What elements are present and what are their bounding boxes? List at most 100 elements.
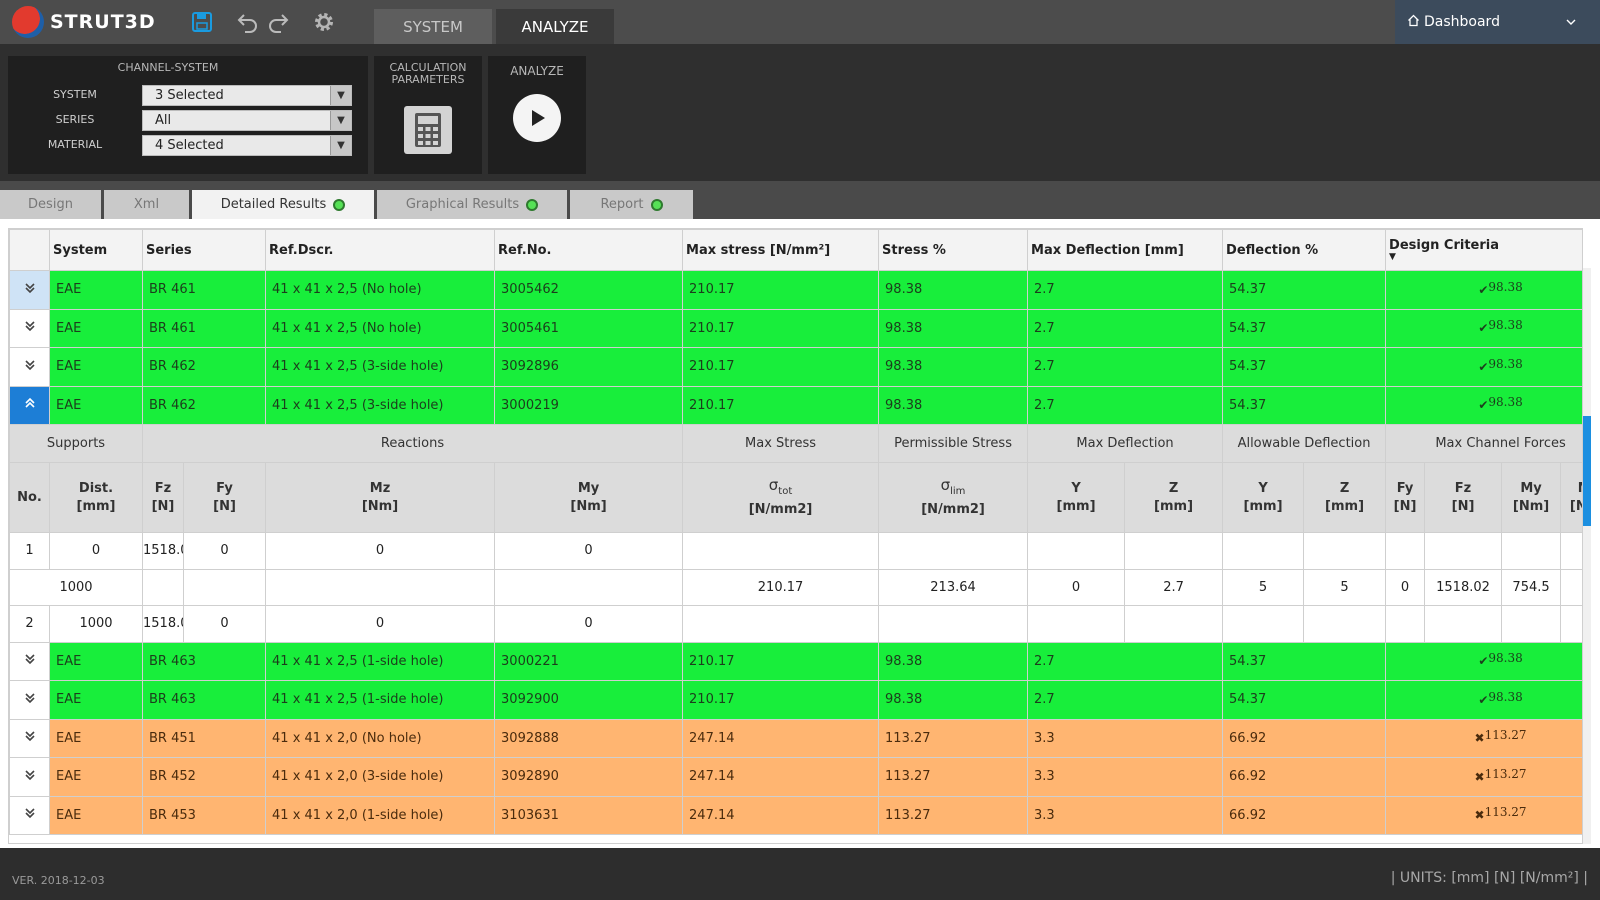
cell-series: BR 463 [141, 680, 267, 720]
table-row[interactable]: EAE BR 461 41 x 41 x 2,5 (No hole) 3005461 2… [9, 308, 1582, 348]
analyze-title: ANALYZE [510, 64, 564, 78]
expand-icon[interactable] [9, 347, 50, 387]
design-criteria-value: 98.38 [1488, 356, 1523, 371]
detail-column-header-row: No. Dist. [mm] Fz [N] Fy [N] Mz [Nm] My [Nm] σtot [N… [9, 462, 1582, 533]
collapse-icon[interactable] [9, 385, 50, 425]
cell-design-criteria: ✔98.38 [1385, 641, 1582, 681]
table-scrollbar[interactable] [1583, 268, 1591, 844]
tab-system[interactable]: SYSTEM [374, 9, 492, 44]
detail-cell-empty [1124, 532, 1224, 570]
detail-cell-dist: 0 [49, 532, 143, 570]
expand-icon[interactable] [9, 680, 50, 720]
tab-report[interactable]: Report [570, 190, 693, 219]
column-header-series[interactable]: Series [141, 229, 267, 271]
table-row[interactable]: EAE BR 462 41 x 41 x 2,5 (3-side hole) 3092… [9, 347, 1582, 387]
detail-cell-ch-my: 754.5 [1501, 568, 1562, 606]
detail-row: 210001518.02000 [9, 605, 1582, 643]
cell-defl-pct: 54.37 [1222, 641, 1387, 681]
table-header-row: System Series Ref.Dscr. Ref.No. Max stress [… [9, 229, 1582, 271]
cell-defl-pct: 54.37 [1222, 270, 1387, 310]
sort-desc-icon[interactable]: ▼ [1389, 253, 1582, 262]
expand-icon[interactable] [9, 641, 50, 681]
table-row[interactable]: EAE BR 463 41 x 41 x 2,5 (1-side hole) 3000… [9, 641, 1582, 681]
save-icon[interactable] [188, 8, 216, 36]
design-criteria-value: 113.27 [1484, 805, 1527, 820]
expand-icon[interactable] [9, 270, 50, 310]
table-row[interactable]: EAE BR 463 41 x 41 x 2,5 (1-side hole) 3092… [9, 680, 1582, 720]
cell-design-criteria: ✖113.27 [1385, 757, 1582, 797]
tab-design[interactable]: Design [0, 190, 101, 219]
results-table: System Series Ref.Dscr. Ref.No. Max stress [… [9, 229, 1582, 835]
dropdown-arrow-icon[interactable]: ▼ [330, 136, 351, 155]
cell-ref-no: 3005462 [494, 270, 684, 310]
expand-icon[interactable] [9, 718, 50, 758]
analyze-button[interactable] [513, 94, 561, 142]
column-header-ref-dscr[interactable]: Ref.Dscr. [265, 229, 496, 271]
dropdown-arrow-icon[interactable]: ▼ [330, 86, 351, 105]
expand-icon[interactable] [9, 795, 50, 835]
series-select-value: All [155, 113, 172, 128]
cell-max-defl: 2.7 [1027, 385, 1224, 425]
column-header-max-deflection[interactable]: Max Deflection [mm] [1027, 229, 1224, 271]
column-header-stress-pct[interactable]: Stress % [878, 229, 1029, 271]
expand-icon[interactable] [9, 308, 50, 348]
dashboard-dropdown[interactable]: Dashboard [1395, 0, 1600, 44]
detail-cell-mz: 0 [265, 532, 496, 570]
tab-xml[interactable]: Xml [104, 190, 189, 219]
table-row[interactable]: EAE BR 461 41 x 41 x 2,5 (No hole) 3005462 2… [9, 270, 1582, 310]
cell-ref-no: 3092888 [494, 718, 684, 758]
analyze-panel: ANALYZE [488, 56, 586, 174]
strut3d-logo-icon [12, 6, 44, 38]
cell-max-stress: 210.17 [682, 641, 880, 681]
cell-series: BR 451 [141, 718, 267, 758]
table-row[interactable]: EAE BR 453 41 x 41 x 2,0 (1-side hole) 3103… [9, 795, 1582, 835]
cell-stress-pct: 98.38 [878, 385, 1029, 425]
column-header-deflection-pct[interactable]: Deflection % [1222, 229, 1387, 271]
detail-cell-empty [1027, 532, 1126, 570]
cell-ref-no: 3005461 [494, 308, 684, 348]
table-row[interactable]: EAE BR 452 41 x 41 x 2,0 (3-side hole) 3092… [9, 757, 1582, 797]
design-criteria-label: Design Criteria [1389, 238, 1499, 253]
cell-ref-dscr: 41 x 41 x 2,5 (No hole) [265, 270, 496, 310]
detail-header-ch-my: My [Nm] [1501, 462, 1562, 533]
material-select[interactable]: 4 Selected ▼ [142, 135, 352, 156]
redo-icon[interactable] [264, 8, 292, 36]
tab-detailed-results[interactable]: Detailed Results [192, 190, 374, 219]
cell-max-stress: 210.17 [682, 270, 880, 310]
tab-analyze[interactable]: ANALYZE [496, 9, 614, 44]
calculation-parameters-button[interactable] [404, 106, 452, 154]
column-header-max-stress[interactable]: Max stress [N/mm²] [682, 229, 880, 271]
cell-max-defl: 3.3 [1027, 718, 1224, 758]
group-reactions: Reactions [141, 424, 684, 463]
expand-icon[interactable] [9, 757, 50, 797]
detail-cell-max-defl-z: 2.7 [1124, 568, 1224, 606]
detail-cell-ch-fy: 0 [1385, 568, 1426, 606]
table-row[interactable]: EAE BR 462 41 x 41 x 2,5 (3-side hole) 3000… [9, 385, 1582, 425]
cell-max-defl: 2.7 [1027, 680, 1224, 720]
system-select[interactable]: 3 Selected ▼ [142, 85, 352, 106]
cell-ref-no: 3092890 [494, 757, 684, 797]
tab-graphical-results[interactable]: Graphical Results [377, 190, 567, 219]
undo-icon[interactable] [234, 8, 262, 36]
scrollbar-thumb[interactable] [1583, 416, 1591, 526]
cell-ref-dscr: 41 x 41 x 2,0 (3-side hole) [265, 757, 496, 797]
cell-design-criteria: ✔98.38 [1385, 680, 1582, 720]
cross-icon: ✖ [1474, 808, 1485, 823]
results-table-container: System Series Ref.Dscr. Ref.No. Max stress [… [8, 228, 1583, 844]
detail-cell-empty [1501, 532, 1562, 570]
detail-header-fz: Fz [N] [142, 462, 184, 533]
design-criteria-value: 98.38 [1488, 279, 1523, 294]
cell-system: EAE [49, 718, 143, 758]
dropdown-arrow-icon[interactable]: ▼ [330, 111, 351, 130]
cell-series: BR 453 [141, 795, 267, 835]
top-bar: STRUT3D SYSTEM ANALYZE Dashboard [0, 0, 1600, 44]
column-header-system[interactable]: System [49, 229, 143, 271]
table-row[interactable]: EAE BR 451 41 x 41 x 2,0 (No hole) 3092888 2… [9, 718, 1582, 758]
column-header-design-criteria[interactable]: Design Criteria ▼ [1385, 229, 1582, 271]
series-select[interactable]: All ▼ [142, 110, 352, 131]
detail-header-ch-fy: Fy [N] [1385, 462, 1426, 533]
gear-icon[interactable] [310, 8, 338, 36]
app-logo: STRUT3D [12, 4, 156, 40]
detail-header-my: My [Nm] [494, 462, 684, 533]
column-header-ref-no[interactable]: Ref.No. [494, 229, 684, 271]
